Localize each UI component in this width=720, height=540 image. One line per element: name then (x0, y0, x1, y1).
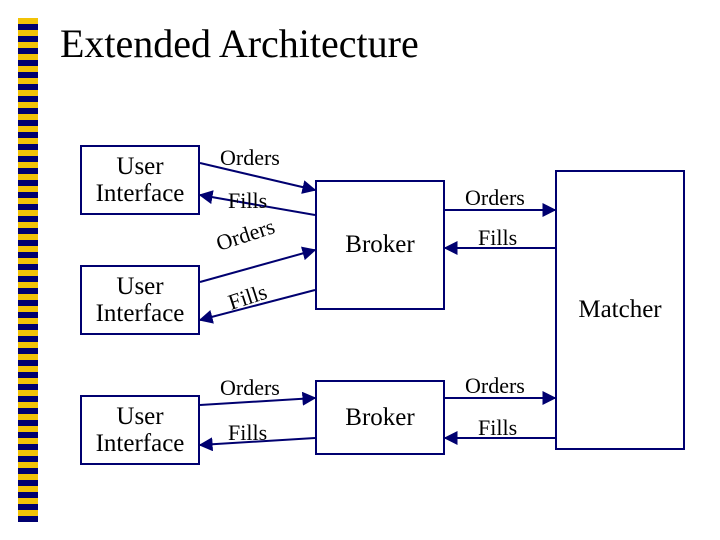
edge-broker1-matcher-orders: Orders (465, 185, 525, 211)
node-matcher: Matcher (555, 170, 685, 450)
edge-ui3-broker2-fills: Fills (228, 420, 267, 446)
edge-ui2-broker1-orders: Orders (213, 213, 278, 256)
slide-title: Extended Architecture (60, 20, 419, 67)
edge-ui1-broker1-fills: Fills (228, 188, 267, 214)
edge-broker2-matcher-fills: Fills (478, 415, 517, 441)
edge-broker2-matcher-orders: Orders (465, 373, 525, 399)
node-user-interface-2: User Interface (80, 265, 200, 335)
node-user-interface-3: User Interface (80, 395, 200, 465)
edge-ui3-broker2-orders: Orders (220, 375, 280, 401)
edge-broker1-matcher-fills: Fills (478, 225, 517, 251)
node-broker-2: Broker (315, 380, 445, 455)
node-broker-1: Broker (315, 180, 445, 310)
decorative-left-rail (18, 18, 38, 522)
edge-ui2-broker1-fills: Fills (225, 279, 270, 316)
edge-ui1-broker1-orders: Orders (220, 145, 280, 171)
node-user-interface-1: User Interface (80, 145, 200, 215)
